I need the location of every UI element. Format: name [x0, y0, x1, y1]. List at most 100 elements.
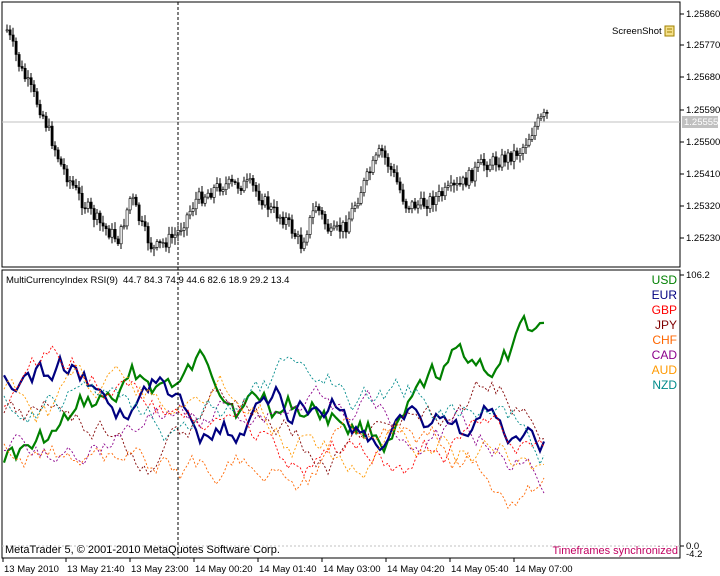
legend-cad: CAD — [652, 348, 678, 362]
candle-body — [188, 210, 192, 216]
candle-body — [239, 188, 243, 191]
candle-body — [56, 149, 60, 160]
legend-nzd: NZD — [652, 378, 677, 392]
candle-body — [260, 200, 264, 206]
candle-body — [317, 206, 321, 211]
candle-body — [227, 178, 231, 185]
candle-body — [80, 192, 84, 209]
candle-body — [398, 181, 402, 191]
candle-body — [29, 77, 33, 85]
candle-body — [338, 224, 342, 232]
candle-body — [50, 125, 54, 146]
candle-body — [401, 189, 405, 202]
screenshot-label: ScreenShot — [612, 26, 662, 37]
candle-body — [275, 206, 279, 219]
candle-body — [290, 219, 294, 234]
copyright-text: MetaTrader 5, © 2001-2010 MetaQuotes Sof… — [5, 544, 280, 556]
candle-body — [296, 234, 300, 237]
candle-body — [311, 210, 315, 218]
time-tick: 14 May 00:20 — [195, 564, 253, 575]
candle-body — [467, 169, 471, 186]
candle-body — [347, 218, 351, 233]
candle-body — [518, 153, 522, 156]
candle-body — [506, 152, 510, 163]
candle-body — [65, 168, 69, 183]
candle-body — [533, 125, 537, 136]
candle-body — [119, 226, 123, 245]
candle-body — [185, 214, 189, 229]
candle-body — [422, 197, 426, 207]
legend-eur: EUR — [652, 288, 678, 302]
candle-body — [407, 207, 411, 210]
scale-top: 106.2 — [686, 270, 710, 281]
candle-body — [194, 198, 198, 210]
candle-body — [71, 180, 75, 186]
candle-body — [134, 196, 138, 206]
candle-body — [281, 216, 285, 225]
candle-body — [536, 117, 540, 127]
candle-body — [458, 183, 462, 185]
candle-body — [494, 156, 498, 166]
candle-body — [530, 135, 534, 140]
candle-body — [137, 204, 141, 222]
candle-body — [110, 229, 114, 238]
candle-body — [356, 202, 360, 207]
time-tick: 13 May 2010 — [4, 564, 59, 575]
candle-body — [254, 185, 258, 192]
candle-body — [44, 115, 48, 128]
current-price-label: 1.25555 — [684, 117, 718, 128]
candle-body — [197, 191, 201, 200]
candle-body — [437, 191, 441, 197]
candle-body — [209, 192, 213, 198]
candle-body — [389, 166, 393, 170]
candle-body — [8, 29, 12, 36]
indicator-title: MultiCurrencyIndex RSI(9) — [6, 275, 118, 286]
candle-body — [449, 182, 453, 187]
candle-body — [14, 40, 18, 55]
candle-body — [26, 77, 30, 80]
candle-body — [329, 227, 333, 232]
candle-body — [11, 34, 15, 42]
candle-body — [173, 234, 177, 238]
candle-body — [479, 158, 483, 163]
candle-body — [491, 156, 495, 166]
screenshot-icon[interactable] — [664, 25, 675, 37]
candle-body — [167, 233, 171, 248]
candle-body — [350, 208, 354, 220]
candle-body — [86, 201, 90, 209]
candle-body — [320, 210, 324, 215]
candle-body — [35, 91, 39, 105]
legend-jpy: JPY — [655, 318, 677, 332]
time-tick: 14 May 01:40 — [259, 564, 317, 575]
candle-body — [368, 171, 372, 174]
legend-usd: USD — [652, 273, 678, 287]
candle-body — [404, 201, 408, 209]
indicator-scale: 106.2 0.0 -4.2 — [680, 270, 710, 560]
candle-body — [233, 181, 237, 183]
candle-body — [182, 227, 186, 231]
candle-body — [410, 201, 414, 209]
indicator-values: 44.7 84.3 74.9 44.6 82.6 18.9 29.2 13.4 — [123, 275, 289, 286]
time-tick: 14 May 07:00 — [515, 564, 573, 575]
candle-body — [473, 166, 477, 182]
candle-body — [302, 241, 306, 249]
candle-body — [374, 154, 378, 161]
candle-body — [17, 54, 21, 67]
candle-body — [164, 242, 168, 248]
candle-body — [89, 201, 93, 209]
legend-gbp: GBP — [652, 303, 677, 317]
price-tick: 1.25590 — [686, 105, 720, 116]
candle-body — [128, 198, 132, 211]
candle-body — [485, 164, 489, 171]
indicator-frame[interactable] — [1, 269, 681, 559]
candle-body — [377, 148, 381, 156]
candle-body — [230, 178, 234, 182]
candle-body — [512, 150, 516, 162]
candle-body — [521, 147, 525, 154]
candle-body — [140, 220, 144, 223]
candle-body — [170, 233, 174, 238]
candle-body — [353, 205, 357, 209]
candle-body — [269, 206, 273, 210]
candle-body — [32, 84, 36, 92]
candle-body — [5, 29, 9, 32]
